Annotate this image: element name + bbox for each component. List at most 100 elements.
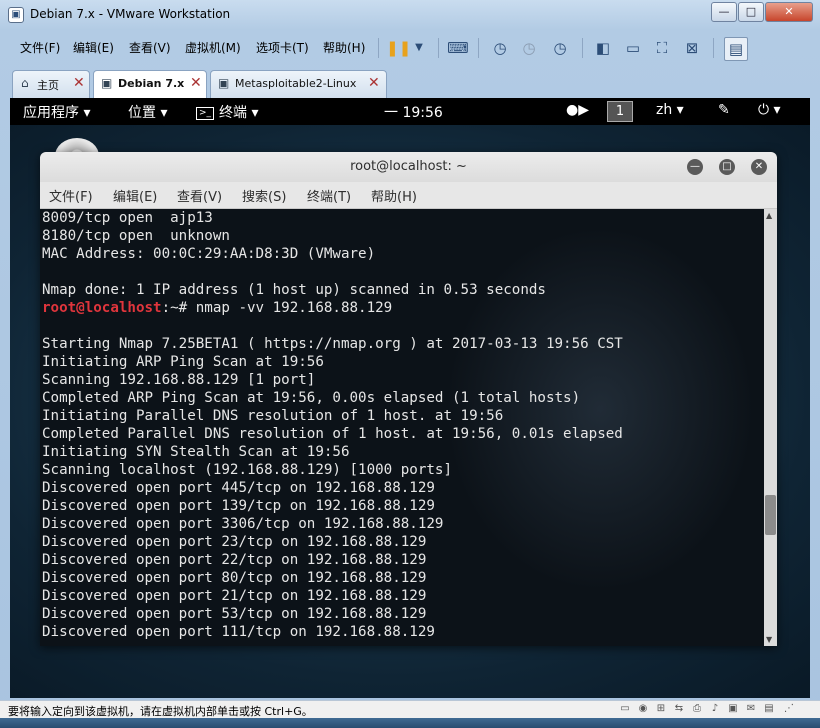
terminal-line: 8180/tcp open unknown <box>42 228 230 244</box>
snapshot-manager-icon[interactable]: ◷ <box>549 37 571 59</box>
tab-close-icon[interactable]: ✕ <box>368 75 380 91</box>
vmware-window: ▣ Debian 7.x - VMware Workstation — □ ✕ … <box>0 0 820 728</box>
terminal-menu-help[interactable]: 帮助(H) <box>371 186 417 205</box>
send-ctrl-alt-del-icon[interactable]: ⌨ <box>447 37 469 59</box>
terminal-line: Discovered open port 445/tcp on 192.168.… <box>42 480 435 496</box>
device-status-icon[interactable]: ▤ <box>762 703 776 715</box>
minimize-button[interactable]: — <box>711 2 737 22</box>
resize-grip-icon[interactable]: ⋰ <box>782 703 796 715</box>
terminal-line: Discovered open port 80/tcp on 192.168.8… <box>42 570 427 586</box>
terminal-line: Initiating SYN Stealth Scan at 19:56 <box>42 444 350 460</box>
terminal-menu-search[interactable]: 搜索(S) <box>242 186 286 205</box>
sidebar-toggle-icon[interactable]: ◧ <box>592 37 614 59</box>
usb-status-icon[interactable]: ⇆ <box>672 703 686 715</box>
places-menu[interactable]: 位置 ▾ <box>128 102 167 122</box>
message-status-icon[interactable]: ✉ <box>744 703 758 715</box>
scroll-down-icon[interactable]: ▼ <box>766 635 772 644</box>
terminal-window[interactable]: root@localhost: ~ — □ ✕ 文件(F) 编辑(E) 查看(V… <box>40 152 777 646</box>
toolbar-separator <box>582 38 583 58</box>
clock[interactable]: 一 19:56 <box>384 102 443 122</box>
tab-bar: ⌂ 主页 ✕ ▣ Debian 7.x ✕ ▣ Metasploitable2-… <box>10 70 810 99</box>
vm-icon: ▣ <box>101 76 113 90</box>
title-bar: ▣ Debian 7.x - VMware Workstation — □ ✕ <box>0 0 820 30</box>
power-menu[interactable]: ⏻ ▾ <box>758 102 781 118</box>
hdd-status-icon[interactable]: ▭ <box>618 703 632 715</box>
terminal-menu-terminal[interactable]: 终端(T) <box>307 186 351 205</box>
display-status-icon[interactable]: ▣ <box>726 703 740 715</box>
terminal-close-icon[interactable]: ✕ <box>751 159 767 175</box>
close-button[interactable]: ✕ <box>765 2 813 22</box>
terminal-menu-edit[interactable]: 编辑(E) <box>113 186 157 205</box>
terminal-menu-view[interactable]: 查看(V) <box>177 186 222 205</box>
host-taskbar <box>0 718 820 728</box>
cdrom-status-icon[interactable]: ◉ <box>636 703 650 715</box>
snapshot-take-icon[interactable]: ◷ <box>489 37 511 59</box>
fullscreen-icon[interactable]: ⛶ <box>651 37 673 59</box>
menu-file[interactable]: 文件(F) <box>20 39 60 56</box>
printer-status-icon[interactable]: ⎙ <box>690 703 704 715</box>
terminal-minimize-icon[interactable]: — <box>687 159 703 175</box>
tab-label: Metasploitable2-Linux <box>235 77 357 90</box>
menu-vm[interactable]: 虚拟机(M) <box>185 39 241 56</box>
terminal-line: Discovered open port 21/tcp on 192.168.8… <box>42 588 427 604</box>
toolbar-separator <box>438 38 439 58</box>
terminal-line: Discovered open port 23/tcp on 192.168.8… <box>42 534 427 550</box>
menu-tabs[interactable]: 选项卡(T) <box>256 39 309 56</box>
terminal-prompt-line: root@localhost:~# nmap -vv 192.168.88.12… <box>42 299 623 317</box>
unity-icon[interactable]: ⊠ <box>681 37 703 59</box>
terminal-line: Nmap done: 1 IP address (1 host up) scan… <box>42 282 546 298</box>
pen-icon[interactable]: ✎ <box>718 102 730 118</box>
console-view-icon[interactable]: ▤ <box>724 37 748 61</box>
terminal-icon: >_ <box>196 107 215 120</box>
thumbnail-bar-icon[interactable]: ▭ <box>622 37 644 59</box>
menu-edit[interactable]: 编辑(E) <box>73 39 114 56</box>
terminal-output[interactable]: 8009/tcp open ajp13 8180/tcp open unknown… <box>40 209 764 646</box>
menu-view[interactable]: 查看(V) <box>129 39 171 56</box>
menu-help[interactable]: 帮助(H) <box>323 39 365 56</box>
terminal-menu-file[interactable]: 文件(F) <box>49 186 93 205</box>
terminal-line: Completed Parallel DNS resolution of 1 h… <box>42 426 623 442</box>
prompt-command: :~# nmap -vv 192.168.88.129 <box>161 300 393 316</box>
menubar: 文件(F) 编辑(E) 查看(V) 虚拟机(M) 选项卡(T) 帮助(H) ❚❚… <box>10 32 810 62</box>
terminal-line: Discovered open port 3306/tcp on 192.168… <box>42 516 444 532</box>
pause-icon[interactable]: ❚❚ <box>386 37 411 59</box>
sound-status-icon[interactable]: ♪ <box>708 703 722 715</box>
tab-close-icon[interactable]: ✕ <box>190 75 202 91</box>
tab-debian[interactable]: ▣ Debian 7.x ✕ <box>93 70 207 99</box>
snapshot-revert-icon[interactable]: ◷ <box>518 37 540 59</box>
terminal-line: Completed ARP Ping Scan at 19:56, 0.00s … <box>42 390 581 406</box>
vm-icon: ▣ <box>218 76 230 90</box>
camera-icon[interactable]: ●▶ <box>566 102 589 118</box>
applications-menu[interactable]: 应用程序 ▾ <box>23 102 90 122</box>
power-dropdown-chevron-icon[interactable]: ▼ <box>408 37 430 59</box>
terminal-header: root@localhost: ~ — □ ✕ <box>40 152 777 182</box>
terminal-scrollbar[interactable]: ▲ ▼ <box>764 209 777 646</box>
vmware-app-icon: ▣ <box>8 7 24 23</box>
network-status-icon[interactable]: ⊞ <box>654 703 668 715</box>
home-icon: ⌂ <box>21 76 29 90</box>
status-text: 要将输入定向到该虚拟机，请在虚拟机内部单击或按 Ctrl+G。 <box>8 705 313 718</box>
maximize-button[interactable]: □ <box>738 2 764 22</box>
status-bar: 要将输入定向到该虚拟机，请在虚拟机内部单击或按 Ctrl+G。 ▭ ◉ ⊞ ⇆ … <box>0 700 820 719</box>
guest-display[interactable]: 应用程序 ▾ 位置 ▾ >_ 终端 ▾ 一 19:56 ●▶ 1 zh ▾ ✎ ⏻… <box>10 98 810 698</box>
scroll-up-icon[interactable]: ▲ <box>766 211 772 220</box>
tab-metasploitable[interactable]: ▣ Metasploitable2-Linux ✕ <box>210 70 387 98</box>
toolbar-separator <box>478 38 479 58</box>
terminal-line: MAC Address: 00:0C:29:AA:D8:3D (VMware) <box>42 246 376 262</box>
terminal-line: Discovered open port 22/tcp on 192.168.8… <box>42 552 427 568</box>
tab-label: Debian 7.x <box>118 77 185 90</box>
terminal-app-menu[interactable]: >_ 终端 ▾ <box>196 102 259 122</box>
terminal-text: 8009/tcp open ajp13 8180/tcp open unknown… <box>42 209 623 641</box>
scrollbar-thumb[interactable] <box>765 495 776 535</box>
tab-home[interactable]: ⌂ 主页 ✕ <box>12 70 90 98</box>
terminal-line: 8009/tcp open ajp13 <box>42 210 213 226</box>
terminal-line: Discovered open port 53/tcp on 192.168.8… <box>42 606 427 622</box>
terminal-line: Starting Nmap 7.25BETA1 ( https://nmap.o… <box>42 336 623 352</box>
language-selector[interactable]: zh ▾ <box>656 102 684 118</box>
terminal-line: Scanning localhost (192.168.88.129) [100… <box>42 462 452 478</box>
terminal-maximize-icon[interactable]: □ <box>719 159 735 175</box>
terminal-line: Discovered open port 111/tcp on 192.168.… <box>42 624 435 640</box>
workspace-indicator[interactable]: 1 <box>607 101 633 122</box>
tab-close-icon[interactable]: ✕ <box>73 75 85 91</box>
